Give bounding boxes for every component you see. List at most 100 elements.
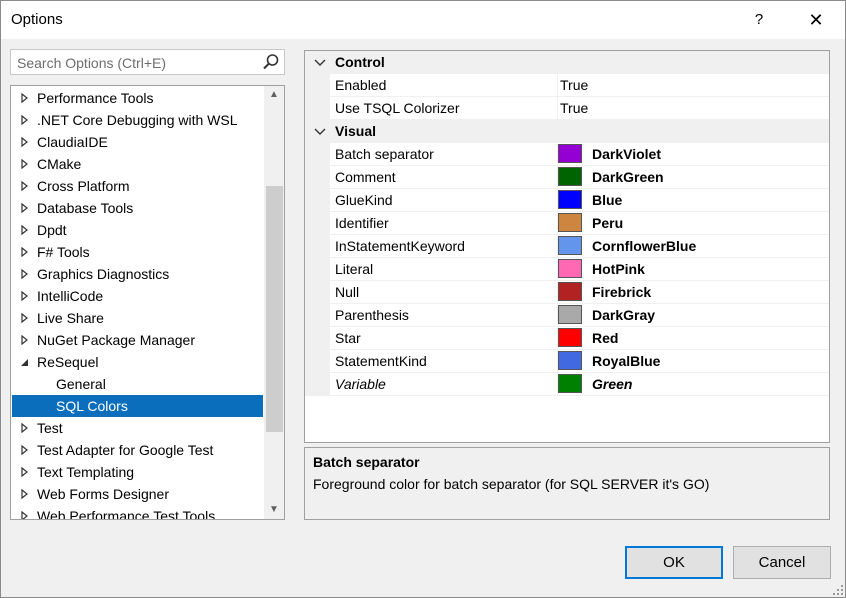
- property-row[interactable]: StatementKind RoyalBlue: [305, 350, 829, 373]
- collapsed-arrow-icon[interactable]: [20, 505, 30, 520]
- property-value[interactable]: DarkViolet: [592, 143, 661, 166]
- property-value[interactable]: Blue: [592, 189, 622, 212]
- property-value[interactable]: Firebrick: [592, 281, 651, 304]
- tree-scrollbar[interactable]: ▲ ▼: [264, 86, 284, 519]
- search-icon[interactable]: [262, 53, 280, 71]
- tree-item[interactable]: Database Tools: [12, 197, 263, 219]
- category-row[interactable]: Visual: [305, 120, 829, 143]
- search-box[interactable]: [10, 49, 285, 75]
- property-row[interactable]: Batch separator DarkViolet: [305, 143, 829, 166]
- collapsed-arrow-icon[interactable]: [20, 87, 30, 109]
- category-row[interactable]: Control: [305, 51, 829, 74]
- property-row[interactable]: Identifier Peru: [305, 212, 829, 235]
- collapsed-arrow-icon[interactable]: [20, 285, 30, 307]
- property-row[interactable]: Use TSQL Colorizer True: [305, 97, 829, 120]
- ok-button[interactable]: OK: [625, 546, 723, 579]
- collapsed-arrow-icon[interactable]: [20, 241, 30, 263]
- property-row[interactable]: Enabled True: [305, 74, 829, 97]
- row-gutter: [305, 74, 330, 97]
- tree-item[interactable]: Dpdt: [12, 219, 263, 241]
- tree-item[interactable]: Text Templating: [12, 461, 263, 483]
- row-gutter: [305, 143, 330, 166]
- expanded-arrow-icon[interactable]: [20, 351, 30, 373]
- property-value[interactable]: RoyalBlue: [592, 350, 660, 373]
- collapsed-arrow-icon[interactable]: [20, 197, 30, 219]
- property-value[interactable]: CornflowerBlue: [592, 235, 696, 258]
- property-row[interactable]: Literal HotPink: [305, 258, 829, 281]
- property-value[interactable]: Peru: [592, 212, 623, 235]
- options-tree[interactable]: Performance Tools .NET Core Debugging wit…: [10, 85, 285, 520]
- collapsed-arrow-icon[interactable]: [20, 131, 30, 153]
- tree-item-label: General: [56, 376, 106, 392]
- collapsed-arrow-icon[interactable]: [20, 417, 30, 439]
- collapsed-arrow-icon[interactable]: [20, 483, 30, 505]
- tree-item[interactable]: CMake: [12, 153, 263, 175]
- tree-item[interactable]: Web Forms Designer: [12, 483, 263, 505]
- close-button[interactable]: ✕: [801, 7, 831, 33]
- column-divider: [557, 74, 558, 97]
- color-swatch[interactable]: [558, 305, 582, 324]
- tree-item[interactable]: .NET Core Debugging with WSL: [12, 109, 263, 131]
- cancel-button[interactable]: Cancel: [733, 546, 831, 579]
- property-row[interactable]: Null Firebrick: [305, 281, 829, 304]
- collapsed-arrow-icon[interactable]: [20, 263, 30, 285]
- property-value[interactable]: Red: [592, 327, 618, 350]
- collapsed-arrow-icon[interactable]: [20, 307, 30, 329]
- tree-item[interactable]: Test: [12, 417, 263, 439]
- property-value[interactable]: Green: [592, 373, 632, 396]
- tree-item[interactable]: SQL Colors: [12, 395, 263, 417]
- color-swatch[interactable]: [558, 282, 582, 301]
- property-row[interactable]: Star Red: [305, 327, 829, 350]
- tree-item[interactable]: Cross Platform: [12, 175, 263, 197]
- expanded-chevron-icon[interactable]: [313, 120, 327, 143]
- color-swatch[interactable]: [558, 328, 582, 347]
- help-button[interactable]: ?: [745, 7, 773, 33]
- tree-item[interactable]: F# Tools: [12, 241, 263, 263]
- tree-item[interactable]: ReSequel: [12, 351, 263, 373]
- collapsed-arrow-icon[interactable]: [20, 461, 30, 483]
- property-value[interactable]: True: [560, 97, 588, 120]
- tree-item[interactable]: Graphics Diagnostics: [12, 263, 263, 285]
- collapsed-arrow-icon[interactable]: [20, 175, 30, 197]
- color-swatch[interactable]: [558, 213, 582, 232]
- tree-item[interactable]: ClaudiaIDE: [12, 131, 263, 153]
- color-swatch[interactable]: [558, 236, 582, 255]
- expanded-chevron-icon[interactable]: [313, 51, 327, 74]
- tree-item[interactable]: Test Adapter for Google Test: [12, 439, 263, 461]
- collapsed-arrow-icon[interactable]: [20, 439, 30, 461]
- collapsed-arrow-icon[interactable]: [20, 109, 30, 131]
- property-row[interactable]: Parenthesis DarkGray: [305, 304, 829, 327]
- tree-item[interactable]: NuGet Package Manager: [12, 329, 263, 351]
- property-value[interactable]: DarkGray: [592, 304, 655, 327]
- property-row[interactable]: Variable Green: [305, 373, 829, 396]
- color-swatch[interactable]: [558, 190, 582, 209]
- resize-grip-icon[interactable]: [833, 585, 843, 595]
- row-gutter: [305, 166, 330, 189]
- scroll-up-icon[interactable]: ▲: [264, 86, 284, 104]
- property-row[interactable]: Comment DarkGreen: [305, 166, 829, 189]
- scrollbar-thumb[interactable]: [266, 186, 283, 432]
- property-grid[interactable]: Control Enabled True Use TSQL Colorizer True…: [304, 50, 830, 443]
- color-swatch[interactable]: [558, 167, 582, 186]
- property-row[interactable]: GlueKind Blue: [305, 189, 829, 212]
- property-value[interactable]: True: [560, 74, 588, 97]
- color-swatch[interactable]: [558, 144, 582, 163]
- property-row[interactable]: InStatementKeyword CornflowerBlue: [305, 235, 829, 258]
- window-title: Options: [11, 11, 63, 28]
- search-input[interactable]: [15, 53, 259, 73]
- property-value[interactable]: DarkGreen: [592, 166, 664, 189]
- tree-item[interactable]: IntelliCode: [12, 285, 263, 307]
- color-swatch[interactable]: [558, 259, 582, 278]
- tree-item[interactable]: General: [12, 373, 263, 395]
- collapsed-arrow-icon[interactable]: [20, 329, 30, 351]
- color-swatch[interactable]: [558, 374, 582, 393]
- property-value[interactable]: HotPink: [592, 258, 645, 281]
- collapsed-arrow-icon[interactable]: [20, 153, 30, 175]
- tree-item[interactable]: Performance Tools: [12, 87, 263, 109]
- description-title: Batch separator: [313, 454, 420, 470]
- tree-item[interactable]: Live Share: [12, 307, 263, 329]
- collapsed-arrow-icon[interactable]: [20, 219, 30, 241]
- tree-item[interactable]: Web Performance Test Tools: [12, 505, 263, 520]
- color-swatch[interactable]: [558, 351, 582, 370]
- scroll-down-icon[interactable]: ▼: [264, 501, 284, 519]
